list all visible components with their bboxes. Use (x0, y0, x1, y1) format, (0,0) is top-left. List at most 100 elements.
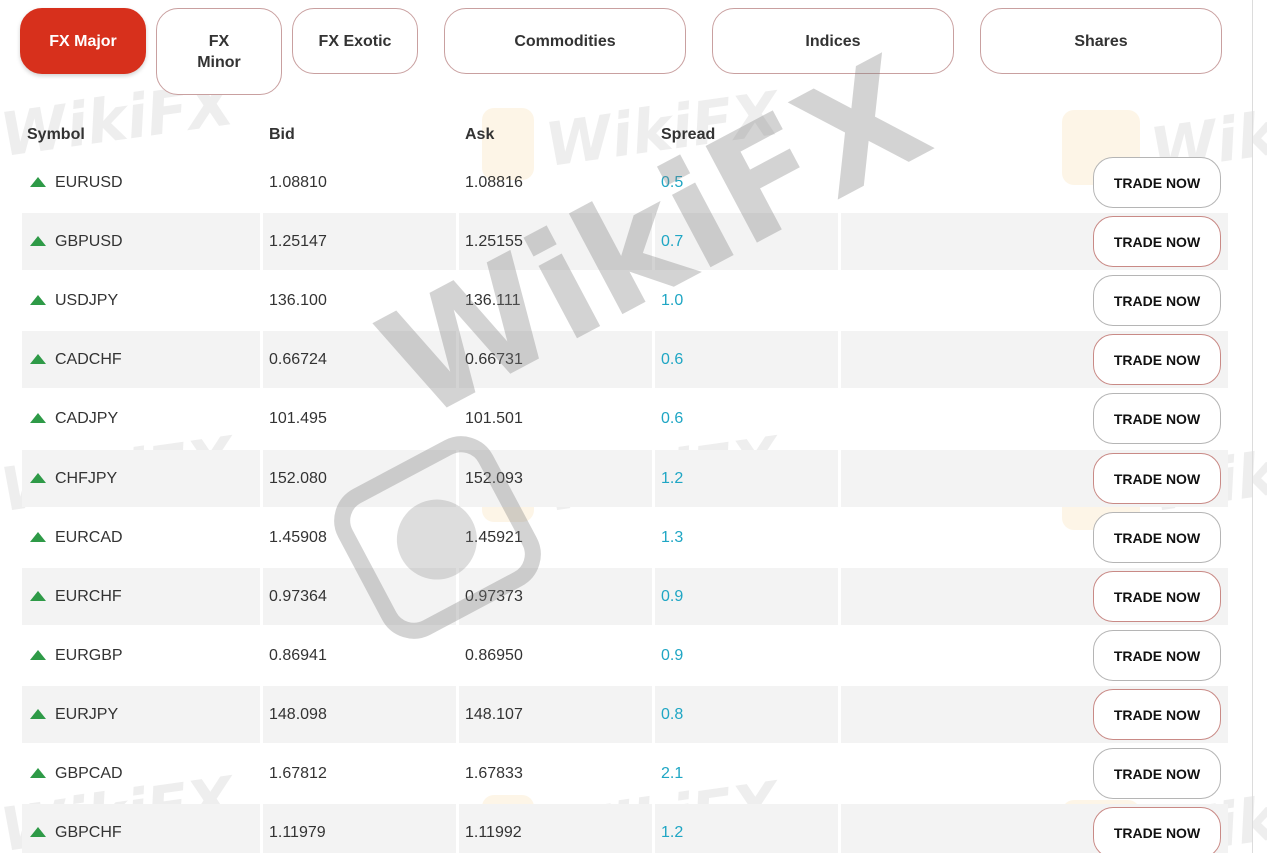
cell-divider (260, 568, 263, 625)
ask-cell: 1.45921 (465, 529, 523, 546)
ask-cell: 1.25155 (465, 233, 523, 250)
tab-fx-major[interactable]: FX Major (20, 8, 146, 74)
spread-cell: 0.8 (661, 706, 684, 723)
cell-divider (456, 331, 459, 388)
tab-label: Commodities (514, 32, 616, 50)
table-row: EURJPY 148.098 148.107 0.8 TRADE NOW (22, 686, 1228, 743)
triangle-up-icon (30, 354, 46, 364)
triangle-up-icon (30, 650, 46, 660)
tab-commodities[interactable]: Commodities (444, 8, 686, 74)
bid-cell: 148.098 (269, 706, 327, 723)
table-row: GBPCHF 1.11979 1.11992 1.2 TRADE NOW (22, 804, 1228, 853)
symbol-cell: CADCHF (55, 351, 122, 368)
cell-divider (652, 331, 655, 388)
symbol-cell: EURCHF (55, 588, 122, 605)
quotes-page: WikiFX WikiFX WikiFX WikiFX WikiFX WikiF… (0, 0, 1267, 853)
trade-now-button[interactable]: TRADE NOW (1093, 689, 1221, 740)
tab-label: FX Major (49, 32, 117, 50)
bid-cell: 1.45908 (269, 529, 327, 546)
ask-cell: 1.08816 (465, 174, 523, 191)
ask-cell: 0.97373 (465, 588, 523, 605)
page-edge-divider (1252, 0, 1253, 853)
ask-cell: 1.11992 (465, 824, 522, 841)
table-row: EURGBP 0.86941 0.86950 0.9 TRADE NOW (22, 627, 1228, 684)
symbol-cell: GBPUSD (55, 233, 123, 250)
trade-now-button[interactable]: TRADE NOW (1093, 748, 1221, 799)
spread-cell: 1.2 (661, 824, 684, 841)
symbol-cell: GBPCAD (55, 765, 123, 782)
table-row: CHFJPY 152.080 152.093 1.2 TRADE NOW (22, 450, 1228, 507)
bid-cell: 0.86941 (269, 647, 327, 664)
ask-cell: 0.66731 (465, 351, 523, 368)
cell-divider (652, 450, 655, 507)
ask-cell: 0.86950 (465, 647, 523, 664)
tab-fx-exotic[interactable]: FX Exotic (292, 8, 418, 74)
tab-indices[interactable]: Indices (712, 8, 954, 74)
symbol-cell: USDJPY (55, 292, 119, 309)
column-header-bid: Bid (269, 126, 295, 143)
triangle-up-icon (30, 827, 46, 837)
trade-now-button[interactable]: TRADE NOW (1093, 807, 1221, 853)
table-row: USDJPY 136.100 136.111 1.0 TRADE NOW (22, 272, 1228, 329)
trade-now-button[interactable]: TRADE NOW (1093, 393, 1221, 444)
trade-now-button[interactable]: TRADE NOW (1093, 334, 1221, 385)
cell-divider (838, 213, 841, 270)
triangle-up-icon (30, 236, 46, 246)
table-row: GBPUSD 1.25147 1.25155 0.7 TRADE NOW (22, 213, 1228, 270)
tab-shares[interactable]: Shares (980, 8, 1222, 74)
trade-now-button[interactable]: TRADE NOW (1093, 571, 1221, 622)
cell-divider (456, 568, 459, 625)
triangle-up-icon (30, 768, 46, 778)
triangle-up-icon (30, 532, 46, 542)
tab-label: Shares (1074, 32, 1128, 50)
cell-divider (260, 213, 263, 270)
triangle-up-icon (30, 473, 46, 483)
spread-cell: 1.3 (661, 529, 684, 546)
trade-now-button[interactable]: TRADE NOW (1093, 216, 1221, 267)
table-row: EURCAD 1.45908 1.45921 1.3 TRADE NOW (22, 509, 1228, 566)
spread-cell: 0.6 (661, 410, 684, 427)
cell-divider (260, 686, 263, 743)
cell-divider (456, 450, 459, 507)
cell-divider (652, 686, 655, 743)
trade-now-button[interactable]: TRADE NOW (1093, 630, 1221, 681)
cell-divider (838, 804, 841, 853)
tab-fx-minor[interactable]: FX Minor (156, 8, 282, 95)
trade-now-button[interactable]: TRADE NOW (1093, 453, 1221, 504)
bid-cell: 152.080 (269, 470, 327, 487)
symbol-cell: CADJPY (55, 410, 119, 427)
tab-label: Indices (805, 32, 861, 50)
trade-now-button[interactable]: TRADE NOW (1093, 157, 1221, 208)
column-header-spread: Spread (661, 126, 716, 143)
symbol-cell: EURGBP (55, 647, 123, 664)
cell-divider (652, 804, 655, 853)
triangle-up-icon (30, 709, 46, 719)
symbol-cell: EURUSD (55, 174, 123, 191)
triangle-up-icon (30, 413, 46, 423)
ask-cell: 1.67833 (465, 765, 523, 782)
triangle-up-icon (30, 591, 46, 601)
cell-divider (838, 568, 841, 625)
tab-label-line1: FX (208, 32, 230, 50)
column-header-symbol: Symbol (27, 126, 85, 143)
bid-cell: 1.11979 (269, 824, 326, 841)
spread-cell: 0.5 (661, 174, 684, 191)
table-row: GBPCAD 1.67812 1.67833 2.1 TRADE NOW (22, 745, 1228, 802)
bid-cell: 1.08810 (269, 174, 327, 191)
trade-now-button[interactable]: TRADE NOW (1093, 275, 1221, 326)
cell-divider (838, 331, 841, 388)
cell-divider (652, 213, 655, 270)
triangle-up-icon (30, 177, 46, 187)
cell-divider (838, 450, 841, 507)
spread-cell: 0.9 (661, 647, 684, 664)
cell-divider (456, 213, 459, 270)
column-header-ask: Ask (465, 126, 495, 143)
table-row: EURUSD 1.08810 1.08816 0.5 TRADE NOW (22, 154, 1228, 211)
symbol-cell: GBPCHF (55, 824, 122, 841)
symbol-cell: CHFJPY (55, 470, 118, 487)
ask-cell: 152.093 (465, 470, 523, 487)
table-row: CADJPY 101.495 101.501 0.6 TRADE NOW (22, 390, 1228, 447)
symbol-cell: EURCAD (55, 529, 123, 546)
symbol-cell: EURJPY (55, 706, 119, 723)
trade-now-button[interactable]: TRADE NOW (1093, 512, 1221, 563)
